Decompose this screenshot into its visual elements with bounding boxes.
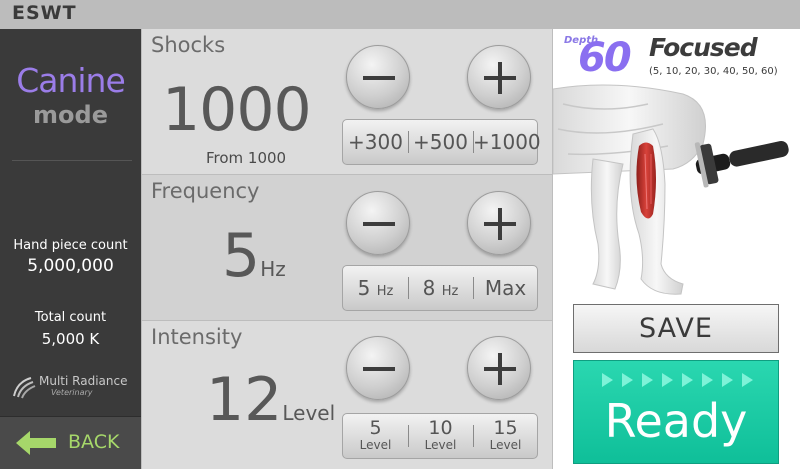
frequency-preset-unit: Hz [376,284,394,299]
frequency-title: Frequency [151,179,260,203]
frequency-preset-number: 5 [357,276,371,300]
sidebar: Canine mode Hand piece count 5,000,000 T… [0,29,141,469]
frequency-preset-8hz[interactable]: 8 Hz [408,266,473,310]
brand-subtitle: Veterinary [51,388,93,397]
frequency-increase-button[interactable] [467,191,531,255]
frequency-preset-unit: Hz [441,284,459,299]
intensity-preset-number: 10 [428,417,453,439]
mode-name: Canine [16,61,126,100]
intensity-preset-number: 5 [369,417,382,439]
shocks-decrease-button[interactable] [346,45,410,109]
handpiece-count-value: 5,000,000 [27,256,114,276]
depth-value[interactable]: 60 [578,35,632,81]
save-button[interactable]: SAVE [573,304,779,353]
shocks-increase-button[interactable] [467,45,531,109]
shocks-preset-label: +1000 [473,130,541,154]
intensity-preset-group: 5 Level 10 Level 15 Level [342,413,538,459]
brand-name: Multi Radiance [39,374,128,388]
back-button[interactable]: BACK [0,416,141,469]
frequency-preset-number: 8 [422,276,436,300]
plus-icon [484,208,516,240]
intensity-unit: Level [282,401,336,425]
back-label: BACK [68,431,120,453]
plus-icon [484,62,516,94]
intensity-title: Intensity [151,325,243,349]
minus-icon [363,222,395,226]
intensity-preset-10[interactable]: 10 Level [408,414,473,458]
intensity-preset-15[interactable]: 15 Level [473,414,538,458]
mode-word: mode [33,101,108,129]
total-count-label: Total count [34,310,107,325]
intensity-preset-unit: Level [424,438,457,452]
arrow-left-icon [16,431,56,455]
treatment-panel: Depth 60 Focused (5, 10, 20, 30, 40, 50,… [553,29,800,469]
shocks-preset-group: +300 +500 +1000 [342,119,541,165]
focus-mode-title: Focused [649,33,758,62]
shocks-preset-label: +300 [348,130,403,154]
title-bar: ESWT [0,0,800,29]
shocks-preset-label: +500 [413,130,468,154]
canine-leg-anatomy-illustration [553,84,789,295]
intensity-preset-unit: Level [359,438,392,452]
shocks-from-label: From 1000 [206,149,287,167]
frequency-value: 5 [222,221,261,291]
ready-button[interactable]: Ready [573,360,779,464]
intensity-display: 12Level [206,365,335,435]
brand-logo: Multi Radiance Veterinary [11,374,136,400]
frequency-unit: Hz [260,257,286,281]
frequency-preset-number: Max [484,276,527,300]
plus-icon [484,353,516,385]
intensity-preset-number: 15 [493,417,518,439]
shocks-title: Shocks [151,33,226,57]
frequency-preset-5hz[interactable]: 5 Hz [343,266,408,310]
handpiece-count-label: Hand piece count [13,238,128,253]
frequency-display: 5Hz [222,221,286,291]
intensity-value: 12 [206,365,283,435]
intensity-decrease-button[interactable] [346,336,410,400]
intensity-panel: Intensity 12Level 5 Level 10 Level 15 Level [142,321,552,469]
sidebar-divider [12,160,132,161]
minus-icon [363,76,395,80]
app-title: ESWT [12,2,77,24]
total-count-value: 5,000 K [41,330,100,348]
intensity-preset-unit: Level [489,438,522,452]
intensity-increase-button[interactable] [467,336,531,400]
frequency-preset-max[interactable]: Max [473,266,538,310]
minus-icon [363,367,395,371]
shocks-preset-1000[interactable]: +1000 [473,120,541,164]
frequency-preset-group: 5 Hz 8 Hz Max [342,265,538,311]
shocks-preset-500[interactable]: +500 [408,120,473,164]
intensity-preset-5[interactable]: 5 Level [343,414,408,458]
frequency-decrease-button[interactable] [346,191,410,255]
shocks-preset-300[interactable]: +300 [343,120,408,164]
shocks-panel: Shocks 1000 From 1000 +300 +500 +1000 [142,29,552,174]
shocks-value: 1000 [162,75,312,145]
ready-label: Ready [604,394,748,448]
depth-options: (5, 10, 20, 30, 40, 50, 60) [649,66,778,77]
frequency-panel: Frequency 5Hz 5 Hz 8 Hz Max [142,175,552,320]
ready-progress-arrows-icon [602,373,753,387]
radiance-logo-icon [13,377,36,399]
